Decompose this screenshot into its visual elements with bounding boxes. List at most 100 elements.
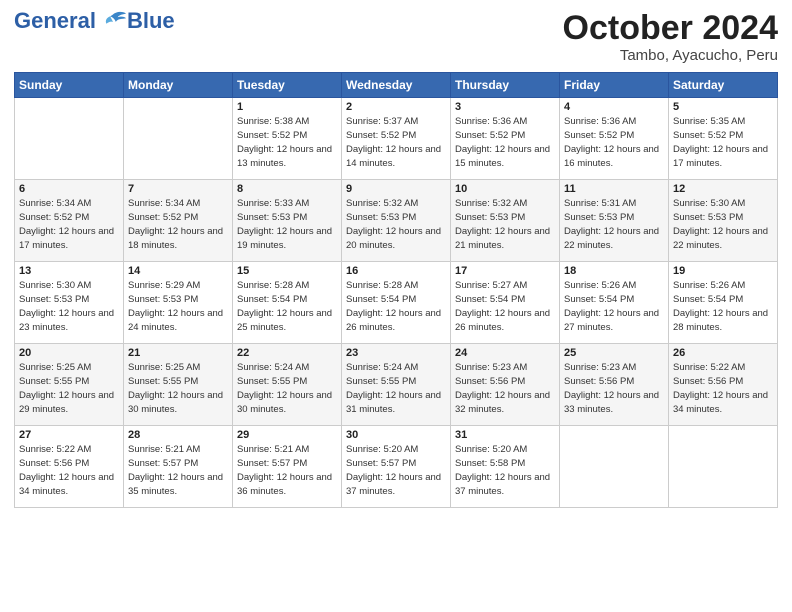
- day-number: 9: [346, 183, 446, 195]
- day-number: 29: [237, 429, 337, 441]
- day-number: 7: [128, 183, 228, 195]
- day-info: Sunrise: 5:24 AMSunset: 5:55 PMDaylight:…: [346, 361, 446, 416]
- calendar-cell-w2-d5: 10 Sunrise: 5:32 AMSunset: 5:53 PMDayligh…: [451, 180, 560, 262]
- calendar-subtitle: Tambo, Ayacucho, Peru: [563, 47, 778, 64]
- day-info: Sunrise: 5:31 AMSunset: 5:53 PMDaylight:…: [564, 197, 664, 252]
- day-number: 4: [564, 101, 664, 113]
- day-number: 15: [237, 265, 337, 277]
- calendar-cell-w1-d2: [124, 98, 233, 180]
- day-info: Sunrise: 5:28 AMSunset: 5:54 PMDaylight:…: [346, 279, 446, 334]
- day-number: 18: [564, 265, 664, 277]
- page-container: General Blue October 2024 Tambo, Ayacuch…: [0, 0, 792, 516]
- day-info: Sunrise: 5:34 AMSunset: 5:52 PMDaylight:…: [128, 197, 228, 252]
- calendar-cell-w1-d3: 1 Sunrise: 5:38 AMSunset: 5:52 PMDaylight…: [233, 98, 342, 180]
- calendar-week-3: 13 Sunrise: 5:30 AMSunset: 5:53 PMDayligh…: [15, 262, 778, 344]
- calendar-cell-w3-d4: 16Sunrise: 5:28 AMSunset: 5:54 PMDayligh…: [342, 262, 451, 344]
- day-info: Sunrise: 5:21 AMSunset: 5:57 PMDaylight:…: [128, 443, 228, 498]
- calendar-cell-w5-d1: 27Sunrise: 5:22 AMSunset: 5:56 PMDayligh…: [15, 426, 124, 508]
- day-info: Sunrise: 5:22 AMSunset: 5:56 PMDaylight:…: [19, 443, 119, 498]
- day-info: Sunrise: 5:20 AMSunset: 5:58 PMDaylight:…: [455, 443, 555, 498]
- calendar-cell-w1-d4: 2 Sunrise: 5:37 AMSunset: 5:52 PMDaylight…: [342, 98, 451, 180]
- day-info: Sunrise: 5:37 AMSunset: 5:52 PMDaylight:…: [346, 115, 446, 170]
- day-info: Sunrise: 5:35 AMSunset: 5:52 PMDaylight:…: [673, 115, 773, 170]
- day-number: 8: [237, 183, 337, 195]
- logo-text: General Blue: [14, 10, 175, 32]
- day-number: 5: [673, 101, 773, 113]
- calendar-cell-w4-d6: 25Sunrise: 5:23 AMSunset: 5:56 PMDayligh…: [560, 344, 669, 426]
- calendar-cell-w2-d3: 8 Sunrise: 5:33 AMSunset: 5:53 PMDaylight…: [233, 180, 342, 262]
- day-number: 3: [455, 101, 555, 113]
- title-block: October 2024 Tambo, Ayacucho, Peru: [563, 10, 778, 64]
- day-info: Sunrise: 5:32 AMSunset: 5:53 PMDaylight:…: [455, 197, 555, 252]
- day-number: 13: [19, 265, 119, 277]
- day-number: 2: [346, 101, 446, 113]
- calendar-cell-w2-d1: 6 Sunrise: 5:34 AMSunset: 5:52 PMDaylight…: [15, 180, 124, 262]
- day-info: Sunrise: 5:22 AMSunset: 5:56 PMDaylight:…: [673, 361, 773, 416]
- day-info: Sunrise: 5:30 AMSunset: 5:53 PMDaylight:…: [673, 197, 773, 252]
- calendar-week-5: 27Sunrise: 5:22 AMSunset: 5:56 PMDayligh…: [15, 426, 778, 508]
- col-saturday: Saturday: [669, 73, 778, 98]
- day-info: Sunrise: 5:23 AMSunset: 5:56 PMDaylight:…: [455, 361, 555, 416]
- calendar-cell-w3-d5: 17 Sunrise: 5:27 AMSunset: 5:54 PMDayligh…: [451, 262, 560, 344]
- day-number: 31: [455, 429, 555, 441]
- day-info: Sunrise: 5:33 AMSunset: 5:53 PMDaylight:…: [237, 197, 337, 252]
- col-sunday: Sunday: [15, 73, 124, 98]
- day-info: Sunrise: 5:28 AMSunset: 5:54 PMDaylight:…: [237, 279, 337, 334]
- day-info: Sunrise: 5:36 AMSunset: 5:52 PMDaylight:…: [564, 115, 664, 170]
- calendar-week-1: 1 Sunrise: 5:38 AMSunset: 5:52 PMDaylight…: [15, 98, 778, 180]
- logo: General Blue: [14, 10, 175, 32]
- day-number: 14: [128, 265, 228, 277]
- day-number: 1: [237, 101, 337, 113]
- calendar-cell-w2-d2: 7 Sunrise: 5:34 AMSunset: 5:52 PMDaylight…: [124, 180, 233, 262]
- calendar-cell-w3-d7: 19 Sunrise: 5:26 AMSunset: 5:54 PMDayligh…: [669, 262, 778, 344]
- calendar-cell-w5-d2: 28Sunrise: 5:21 AMSunset: 5:57 PMDayligh…: [124, 426, 233, 508]
- calendar-cell-w3-d2: 14Sunrise: 5:29 AMSunset: 5:53 PMDayligh…: [124, 262, 233, 344]
- day-number: 26: [673, 347, 773, 359]
- day-info: Sunrise: 5:26 AMSunset: 5:54 PMDaylight:…: [673, 279, 773, 334]
- day-number: 17: [455, 265, 555, 277]
- calendar-cell-w3-d6: 18Sunrise: 5:26 AMSunset: 5:54 PMDayligh…: [560, 262, 669, 344]
- day-number: 21: [128, 347, 228, 359]
- calendar-title: October 2024: [563, 10, 778, 47]
- logo-bird-icon: [99, 10, 127, 32]
- day-info: Sunrise: 5:30 AMSunset: 5:53 PMDaylight:…: [19, 279, 119, 334]
- calendar-cell-w2-d6: 11 Sunrise: 5:31 AMSunset: 5:53 PMDayligh…: [560, 180, 669, 262]
- calendar-header-row: Sunday Monday Tuesday Wednesday Thursday…: [15, 73, 778, 98]
- calendar-cell-w4-d7: 26 Sunrise: 5:22 AMSunset: 5:56 PMDayligh…: [669, 344, 778, 426]
- col-monday: Monday: [124, 73, 233, 98]
- col-tuesday: Tuesday: [233, 73, 342, 98]
- day-info: Sunrise: 5:38 AMSunset: 5:52 PMDaylight:…: [237, 115, 337, 170]
- logo-blue: Blue: [127, 10, 175, 32]
- day-info: Sunrise: 5:20 AMSunset: 5:57 PMDaylight:…: [346, 443, 446, 498]
- calendar-body: 1 Sunrise: 5:38 AMSunset: 5:52 PMDaylight…: [15, 98, 778, 508]
- day-info: Sunrise: 5:27 AMSunset: 5:54 PMDaylight:…: [455, 279, 555, 334]
- calendar-cell-w5-d5: 31 Sunrise: 5:20 AMSunset: 5:58 PMDayligh…: [451, 426, 560, 508]
- day-info: Sunrise: 5:34 AMSunset: 5:52 PMDaylight:…: [19, 197, 119, 252]
- calendar-cell-w2-d7: 12 Sunrise: 5:30 AMSunset: 5:53 PMDayligh…: [669, 180, 778, 262]
- calendar-cell-w1-d7: 5 Sunrise: 5:35 AMSunset: 5:52 PMDaylight…: [669, 98, 778, 180]
- day-info: Sunrise: 5:32 AMSunset: 5:53 PMDaylight:…: [346, 197, 446, 252]
- col-friday: Friday: [560, 73, 669, 98]
- day-number: 24: [455, 347, 555, 359]
- day-number: 19: [673, 265, 773, 277]
- col-thursday: Thursday: [451, 73, 560, 98]
- col-wednesday: Wednesday: [342, 73, 451, 98]
- calendar-cell-w1-d1: [15, 98, 124, 180]
- day-info: Sunrise: 5:24 AMSunset: 5:55 PMDaylight:…: [237, 361, 337, 416]
- day-number: 25: [564, 347, 664, 359]
- day-info: Sunrise: 5:25 AMSunset: 5:55 PMDaylight:…: [128, 361, 228, 416]
- calendar-cell-w4-d4: 23Sunrise: 5:24 AMSunset: 5:55 PMDayligh…: [342, 344, 451, 426]
- day-number: 10: [455, 183, 555, 195]
- day-number: 11: [564, 183, 664, 195]
- calendar-cell-w2-d4: 9 Sunrise: 5:32 AMSunset: 5:53 PMDaylight…: [342, 180, 451, 262]
- day-number: 6: [19, 183, 119, 195]
- calendar-cell-w3-d1: 13 Sunrise: 5:30 AMSunset: 5:53 PMDayligh…: [15, 262, 124, 344]
- calendar-cell-w1-d5: 3Sunrise: 5:36 AMSunset: 5:52 PMDaylight…: [451, 98, 560, 180]
- day-info: Sunrise: 5:25 AMSunset: 5:55 PMDaylight:…: [19, 361, 119, 416]
- day-number: 30: [346, 429, 446, 441]
- calendar-week-4: 20Sunrise: 5:25 AMSunset: 5:55 PMDayligh…: [15, 344, 778, 426]
- calendar-table: Sunday Monday Tuesday Wednesday Thursday…: [14, 72, 778, 508]
- calendar-cell-w4-d5: 24 Sunrise: 5:23 AMSunset: 5:56 PMDayligh…: [451, 344, 560, 426]
- day-number: 22: [237, 347, 337, 359]
- day-number: 12: [673, 183, 773, 195]
